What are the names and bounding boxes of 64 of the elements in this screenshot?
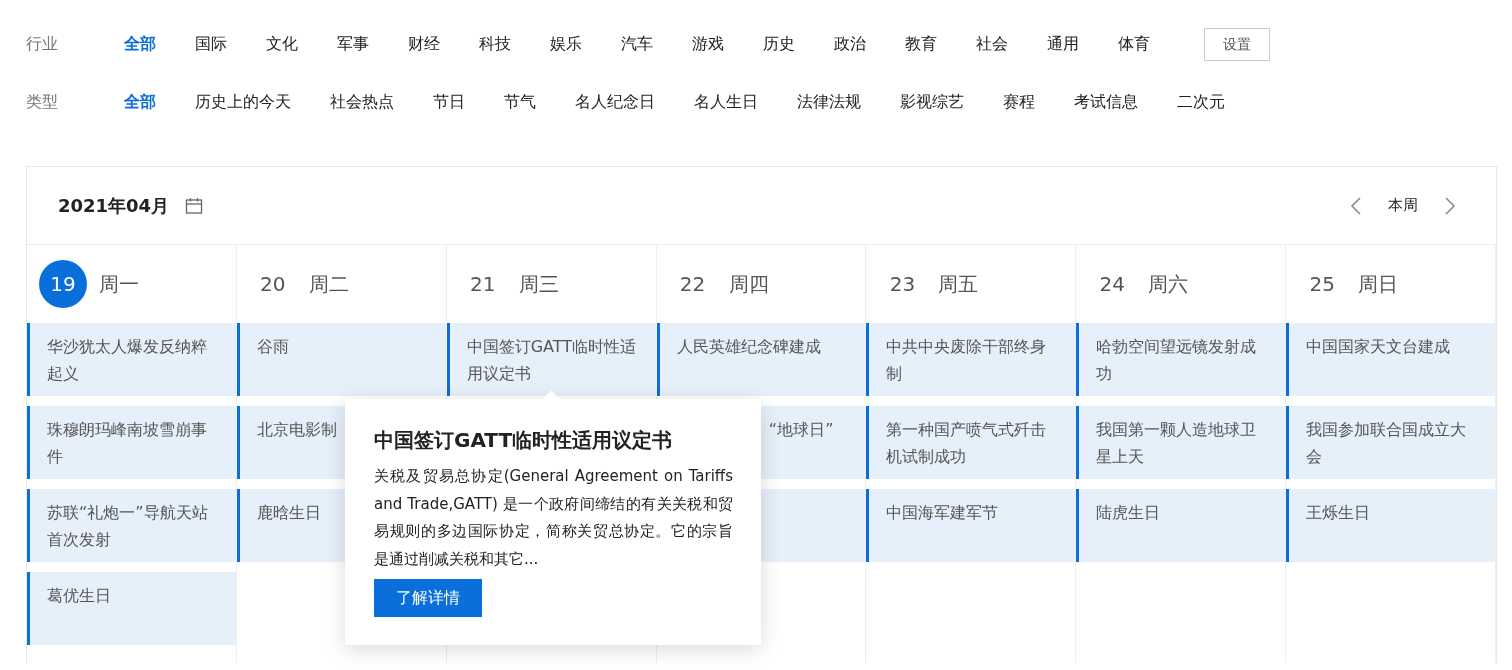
this-week-button[interactable]: 本周 [1370, 194, 1436, 217]
filter-option[interactable]: 考试信息 [1074, 90, 1138, 114]
day-number[interactable]: 22 [668, 260, 717, 308]
filter-option[interactable]: 赛程 [1003, 90, 1035, 114]
weekday-label: 周二 [308, 271, 349, 298]
event-card[interactable]: 华沙犹太人爆发反纳粹起义 [27, 323, 236, 396]
filter-option[interactable]: 历史 [763, 32, 795, 56]
day-number[interactable]: 24 [1088, 260, 1137, 308]
event-card[interactable]: 苏联“礼炮一”导航天站首次发射 [27, 489, 236, 562]
weekday-label: 周三 [518, 271, 559, 298]
filter-option[interactable]: 节日 [433, 90, 465, 114]
weekday-label: 周六 [1148, 271, 1189, 298]
filter-option[interactable]: 名人生日 [694, 90, 758, 114]
event-card[interactable]: 我国参加联合国成立大会 [1286, 406, 1495, 479]
event-card[interactable]: 第一种国产喷气式歼击机试制成功 [866, 406, 1076, 479]
filter-option[interactable]: 体育 [1118, 32, 1150, 56]
filter-option[interactable]: 法律法规 [797, 90, 861, 114]
filter-option[interactable]: 游戏 [692, 32, 724, 56]
filter-option[interactable]: 名人纪念日 [575, 90, 655, 114]
day-number[interactable]: 25 [1298, 260, 1347, 308]
weekday-label: 周四 [728, 271, 769, 298]
filter-option[interactable]: 二次元 [1177, 90, 1225, 114]
day-number[interactable]: 23 [878, 260, 927, 308]
filter-option[interactable]: 全部 [124, 32, 156, 56]
event-card[interactable]: 陆虎生日 [1076, 489, 1286, 562]
filter-label: 行业 [26, 33, 59, 55]
filter-option[interactable]: 国际 [195, 32, 227, 56]
filter-option[interactable]: 历史上的今天 [195, 90, 291, 114]
weekday-label: 周五 [938, 271, 979, 298]
weekday-label: 周一 [99, 271, 139, 298]
event-card[interactable]: 葛优生日 [27, 572, 236, 645]
filter-option[interactable]: 社会 [976, 32, 1008, 56]
filter-option[interactable]: 影视综艺 [900, 90, 964, 114]
details-button[interactable]: 了解详情 [374, 579, 482, 617]
settings-button[interactable]: 设置 [1204, 27, 1270, 61]
filter-option[interactable]: 财经 [408, 32, 440, 56]
filter-label: 类型 [26, 91, 59, 113]
event-card[interactable]: 人民英雄纪念碑建成 [656, 323, 866, 396]
date-badge[interactable]: 19 [39, 260, 87, 308]
filter-option[interactable]: 节气 [504, 90, 536, 114]
day-number[interactable]: 20 [248, 260, 297, 308]
filter-option[interactable]: 娱乐 [550, 32, 582, 56]
event-card[interactable]: 我国第一颗人造地球卫星上天 [1076, 406, 1286, 479]
event-card[interactable]: 谷雨 [236, 323, 446, 396]
event-card[interactable]: 哈勃空间望远镜发射成功 [1076, 323, 1286, 396]
event-card[interactable]: 中国海军建军节 [866, 489, 1076, 562]
event-card[interactable]: 珠穆朗玛峰南坡雪崩事件 [27, 406, 236, 479]
weekday-label: 周日 [1358, 271, 1399, 298]
filter-option[interactable]: 通用 [1047, 32, 1079, 56]
filter-option[interactable]: 教育 [905, 32, 937, 56]
filter-option[interactable]: 科技 [479, 32, 511, 56]
filter-option[interactable]: 政治 [834, 32, 866, 56]
event-card[interactable]: 中共中央废除干部终身制 [866, 323, 1076, 396]
event-card[interactable]: 中国签订GATT临时性适用议定书 [446, 323, 656, 396]
filter-option[interactable]: 军事 [337, 32, 369, 56]
filter-option[interactable]: 社会热点 [330, 90, 394, 114]
month-title: 2021年04月 [58, 194, 170, 218]
event-card[interactable]: 中国国家天文台建成 [1286, 323, 1495, 396]
filter-option[interactable]: 全部 [124, 90, 156, 114]
day-number[interactable]: 21 [458, 260, 507, 308]
calendar-icon[interactable] [185, 196, 204, 215]
filter-option[interactable]: 汽车 [621, 32, 653, 56]
filter-option[interactable]: 文化 [266, 32, 298, 56]
event-card[interactable]: 王烁生日 [1286, 489, 1495, 562]
